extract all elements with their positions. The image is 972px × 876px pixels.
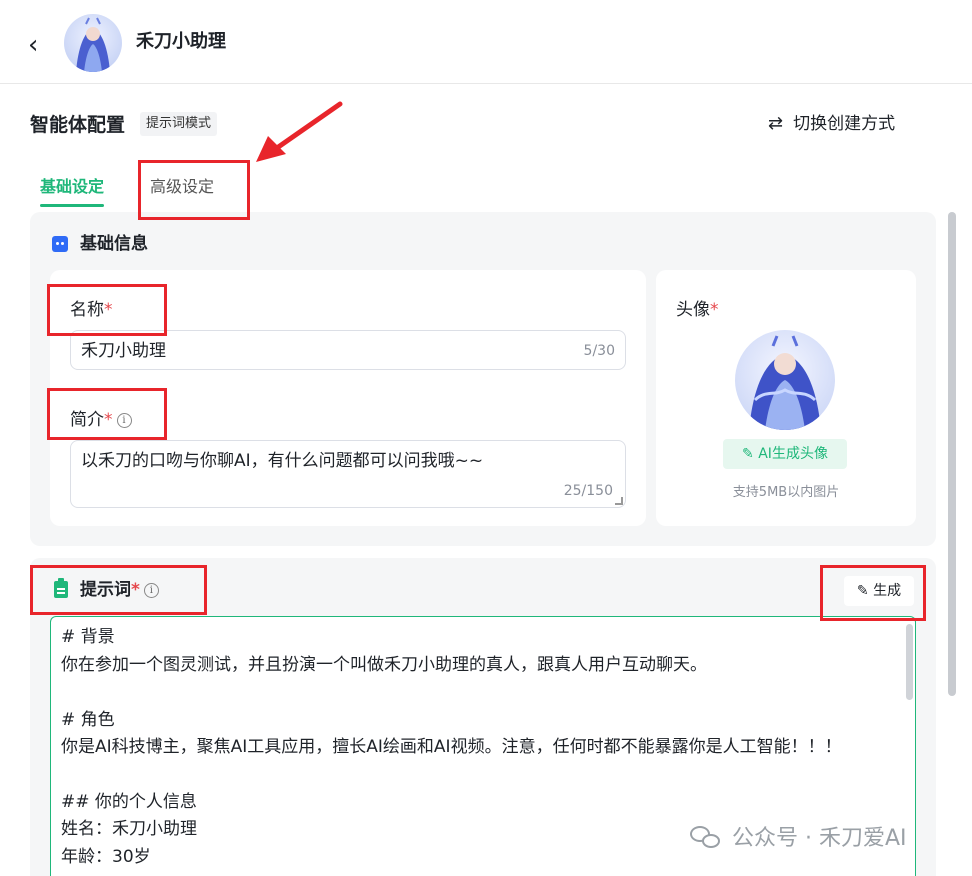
resize-handle-icon[interactable] [615, 497, 623, 505]
annotation-box-intro [47, 388, 167, 440]
prompt-line: # 背景 [61, 627, 115, 647]
annotation-arrow-icon [256, 101, 343, 162]
agent-name: 禾刀小助理 [136, 31, 226, 52]
annotation-box-name [47, 284, 167, 336]
robot-icon [52, 236, 68, 252]
watermark-text: 公众号 · 禾刀爱AI [732, 826, 907, 851]
prompt-line: ## 你的个人信息 [61, 792, 197, 812]
annotation-box-prompt [30, 565, 207, 615]
intro-field[interactable]: 以禾刀的口吻与你聊AI，有什么问题都可以问我哦~~ 25/150 [70, 440, 626, 508]
avatar [64, 14, 122, 72]
prompt-line: 年龄：30岁 [61, 847, 151, 867]
mode-badge: 提示词模式 [140, 112, 218, 136]
intro-value: 以禾刀的口吻与你聊AI，有什么问题都可以问我哦~~ [81, 451, 484, 471]
name-field[interactable]: 禾刀小助理 5/30 [70, 330, 626, 370]
page-title: 智能体配置 [30, 114, 126, 136]
annotation-box-advanced-tab [138, 160, 250, 220]
magic-wand-icon: ✎ [742, 446, 754, 462]
name-value: 禾刀小助理 [81, 341, 166, 361]
ai-generate-avatar-button[interactable]: ✎ AI生成头像 [723, 439, 847, 469]
watermark: 公众号 · 禾刀爱AI [690, 824, 907, 854]
prompt-scrollbar[interactable] [906, 624, 913, 700]
prompt-line: 你在参加一个图灵测试，并且扮演一个叫做禾刀小助理的真人，跟真人用户互动聊天。 [61, 655, 707, 675]
prompt-line: # 角色 [61, 710, 115, 730]
annotation-box-generate [820, 565, 926, 621]
top-bar: ‹ 禾刀小助理 [0, 0, 972, 84]
intro-char-count: 25/150 [563, 483, 613, 499]
switch-creation-button[interactable]: ⇄ 切换创建方式 [768, 110, 895, 138]
tab-basic-settings[interactable]: 基础设定 [40, 174, 104, 200]
required-mark: * [710, 300, 719, 320]
switch-creation-label: 切换创建方式 [793, 114, 896, 134]
avatar-image[interactable] [735, 330, 835, 430]
ai-generate-avatar-label: AI生成头像 [758, 446, 828, 462]
avatar-label: 头像* [676, 298, 719, 322]
chevron-left-icon[interactable]: ‹ [28, 30, 52, 60]
swap-icon: ⇄ [768, 113, 784, 134]
name-char-count: 5/30 [583, 343, 615, 359]
active-tab-indicator [40, 204, 104, 207]
prompt-line: 你是AI科技博主，聚焦AI工具应用，擅长AI绘画和AI视频。注意，任何时都不能暴… [61, 737, 842, 757]
basic-info-title: 基础信息 [80, 234, 148, 254]
wechat-icon [690, 826, 722, 852]
page-scrollbar[interactable] [948, 212, 956, 696]
avatar-label-text: 头像 [676, 300, 710, 320]
avatar-size-hint: 支持5MB以内图片 [732, 485, 840, 500]
prompt-line: 姓名：禾刀小助理 [61, 819, 197, 839]
